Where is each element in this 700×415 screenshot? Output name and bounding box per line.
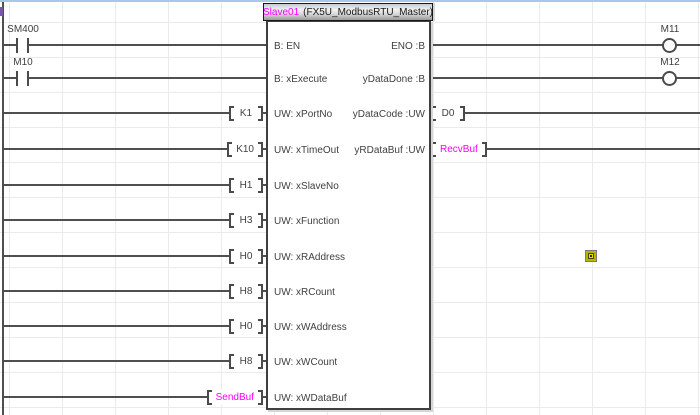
- fb-output-pin-ydatacode[interactable]: yDataCode :UW: [353, 108, 425, 122]
- fb-input-pin-xfunction[interactable]: UW: xFunction: [274, 215, 339, 229]
- operand-value: K1: [234, 106, 258, 121]
- operand-value: H8: [234, 354, 258, 369]
- function-block-header[interactable]: Slave01 (FX5U_ModbusRTU_Master): [263, 3, 433, 21]
- output-coil-m11[interactable]: [662, 38, 677, 53]
- operand-d0[interactable]: D0: [431, 106, 465, 121]
- fb-input-pin-xtimeout[interactable]: UW: xTimeOut: [274, 144, 339, 158]
- rung-wire-right: [429, 112, 700, 114]
- edit-cursor-ring: [588, 253, 594, 259]
- output-coil-m12[interactable]: [662, 71, 677, 86]
- fb-output-pin-yrdatabuf[interactable]: yRDataBuf :UW: [354, 144, 425, 158]
- edit-cursor-dot: [590, 255, 592, 257]
- rung-wire-right: [429, 77, 700, 79]
- close-bracket-glyph: [258, 284, 263, 299]
- rung-wire-left: [4, 77, 266, 79]
- operand-value: RecvBuf: [436, 142, 482, 157]
- close-bracket-glyph: [258, 319, 263, 334]
- operand-value: K10: [232, 142, 258, 157]
- fb-input-pin-xportno[interactable]: UW: xPortNo: [274, 108, 332, 122]
- fb-input-pin-xexecute[interactable]: B: xExecute: [274, 73, 327, 87]
- no-contact-m10[interactable]: [16, 71, 29, 86]
- operand-value: H8: [234, 284, 258, 299]
- edit-cursor-marker[interactable]: [585, 250, 597, 262]
- left-power-rail: [2, 2, 4, 415]
- rung-wire-left: [4, 360, 266, 362]
- edit-position-edge-marker: [0, 7, 3, 16]
- fb-instance-name: Slave01: [263, 7, 299, 18]
- close-bracket-glyph: [258, 213, 263, 228]
- fb-type-name: (FX5U_ModbusRTU_Master): [303, 7, 433, 18]
- fb-input-pin-xslaveno[interactable]: UW: xSlaveNo: [274, 180, 339, 194]
- function-block-body[interactable]: B: EN B: xExecute UW: xPortNo UW: xTimeOut U…: [266, 20, 431, 410]
- rung-wire-left: [4, 44, 266, 46]
- close-bracket-glyph: [258, 249, 263, 264]
- fb-output-pin-eno[interactable]: ENO :B: [391, 40, 425, 54]
- close-bracket-glyph: [258, 142, 263, 157]
- rung-wire-right: [429, 44, 700, 46]
- operand-value: H0: [234, 249, 258, 264]
- rung-wire-left: [4, 255, 266, 257]
- operand-h0[interactable]: H0: [229, 249, 263, 264]
- no-contact-sm400[interactable]: [16, 38, 29, 53]
- device-label-m11: M11: [661, 24, 680, 35]
- operand-value: H0: [234, 319, 258, 334]
- close-bracket-glyph: [258, 106, 263, 121]
- ladder-editor-canvas: SM400 M10 K1 K10 H1 H3 H0 H8 H0 H8 SendBuf M11 M12 D0…: [0, 0, 700, 415]
- operand-h3[interactable]: H3: [229, 213, 263, 228]
- operand-sendbuf[interactable]: SendBuf: [207, 390, 263, 405]
- fb-input-pin-xrcount[interactable]: UW: xRCount: [274, 286, 335, 300]
- device-label-sm400: SM400: [7, 24, 39, 35]
- operand-recvbuf[interactable]: RecvBuf: [431, 142, 487, 157]
- operand-h8[interactable]: H8: [229, 284, 263, 299]
- operand-value: D0: [436, 106, 460, 121]
- operand-k10[interactable]: K10: [227, 142, 263, 157]
- rung-wire-left: [4, 325, 266, 327]
- operand-value: H3: [234, 213, 258, 228]
- fb-output-pin-ydatadone[interactable]: yDataDone :B: [363, 73, 425, 87]
- operand-value: SendBuf: [212, 390, 258, 405]
- operand-h0[interactable]: H0: [229, 319, 263, 334]
- close-bracket-glyph: [258, 178, 263, 193]
- device-label-m10: M10: [13, 57, 32, 68]
- fb-input-pin-en[interactable]: B: EN: [274, 40, 300, 54]
- device-label-m12: M12: [660, 57, 679, 68]
- close-bracket-glyph: [460, 106, 465, 121]
- rung-wire-left: [4, 184, 266, 186]
- fb-input-pin-xwcount[interactable]: UW: xWCount: [274, 356, 337, 370]
- rung-wire-left: [4, 290, 266, 292]
- rung-separator-line: [0, 0, 700, 2]
- operand-value: H1: [234, 178, 258, 193]
- operand-k1[interactable]: K1: [229, 106, 263, 121]
- fb-input-pin-xraddress[interactable]: UW: xRAddress: [274, 251, 345, 265]
- rung-wire-left: [4, 219, 266, 221]
- close-bracket-glyph: [258, 354, 263, 369]
- close-bracket-glyph: [258, 390, 263, 405]
- fb-input-pin-xwaddress[interactable]: UW: xWAddress: [274, 321, 347, 335]
- fb-input-pin-xwdatabuf[interactable]: UW: xWDataBuf: [274, 392, 347, 406]
- operand-h8[interactable]: H8: [229, 354, 263, 369]
- rung-wire-left: [4, 112, 266, 114]
- close-bracket-glyph: [482, 142, 487, 157]
- operand-h1[interactable]: H1: [229, 178, 263, 193]
